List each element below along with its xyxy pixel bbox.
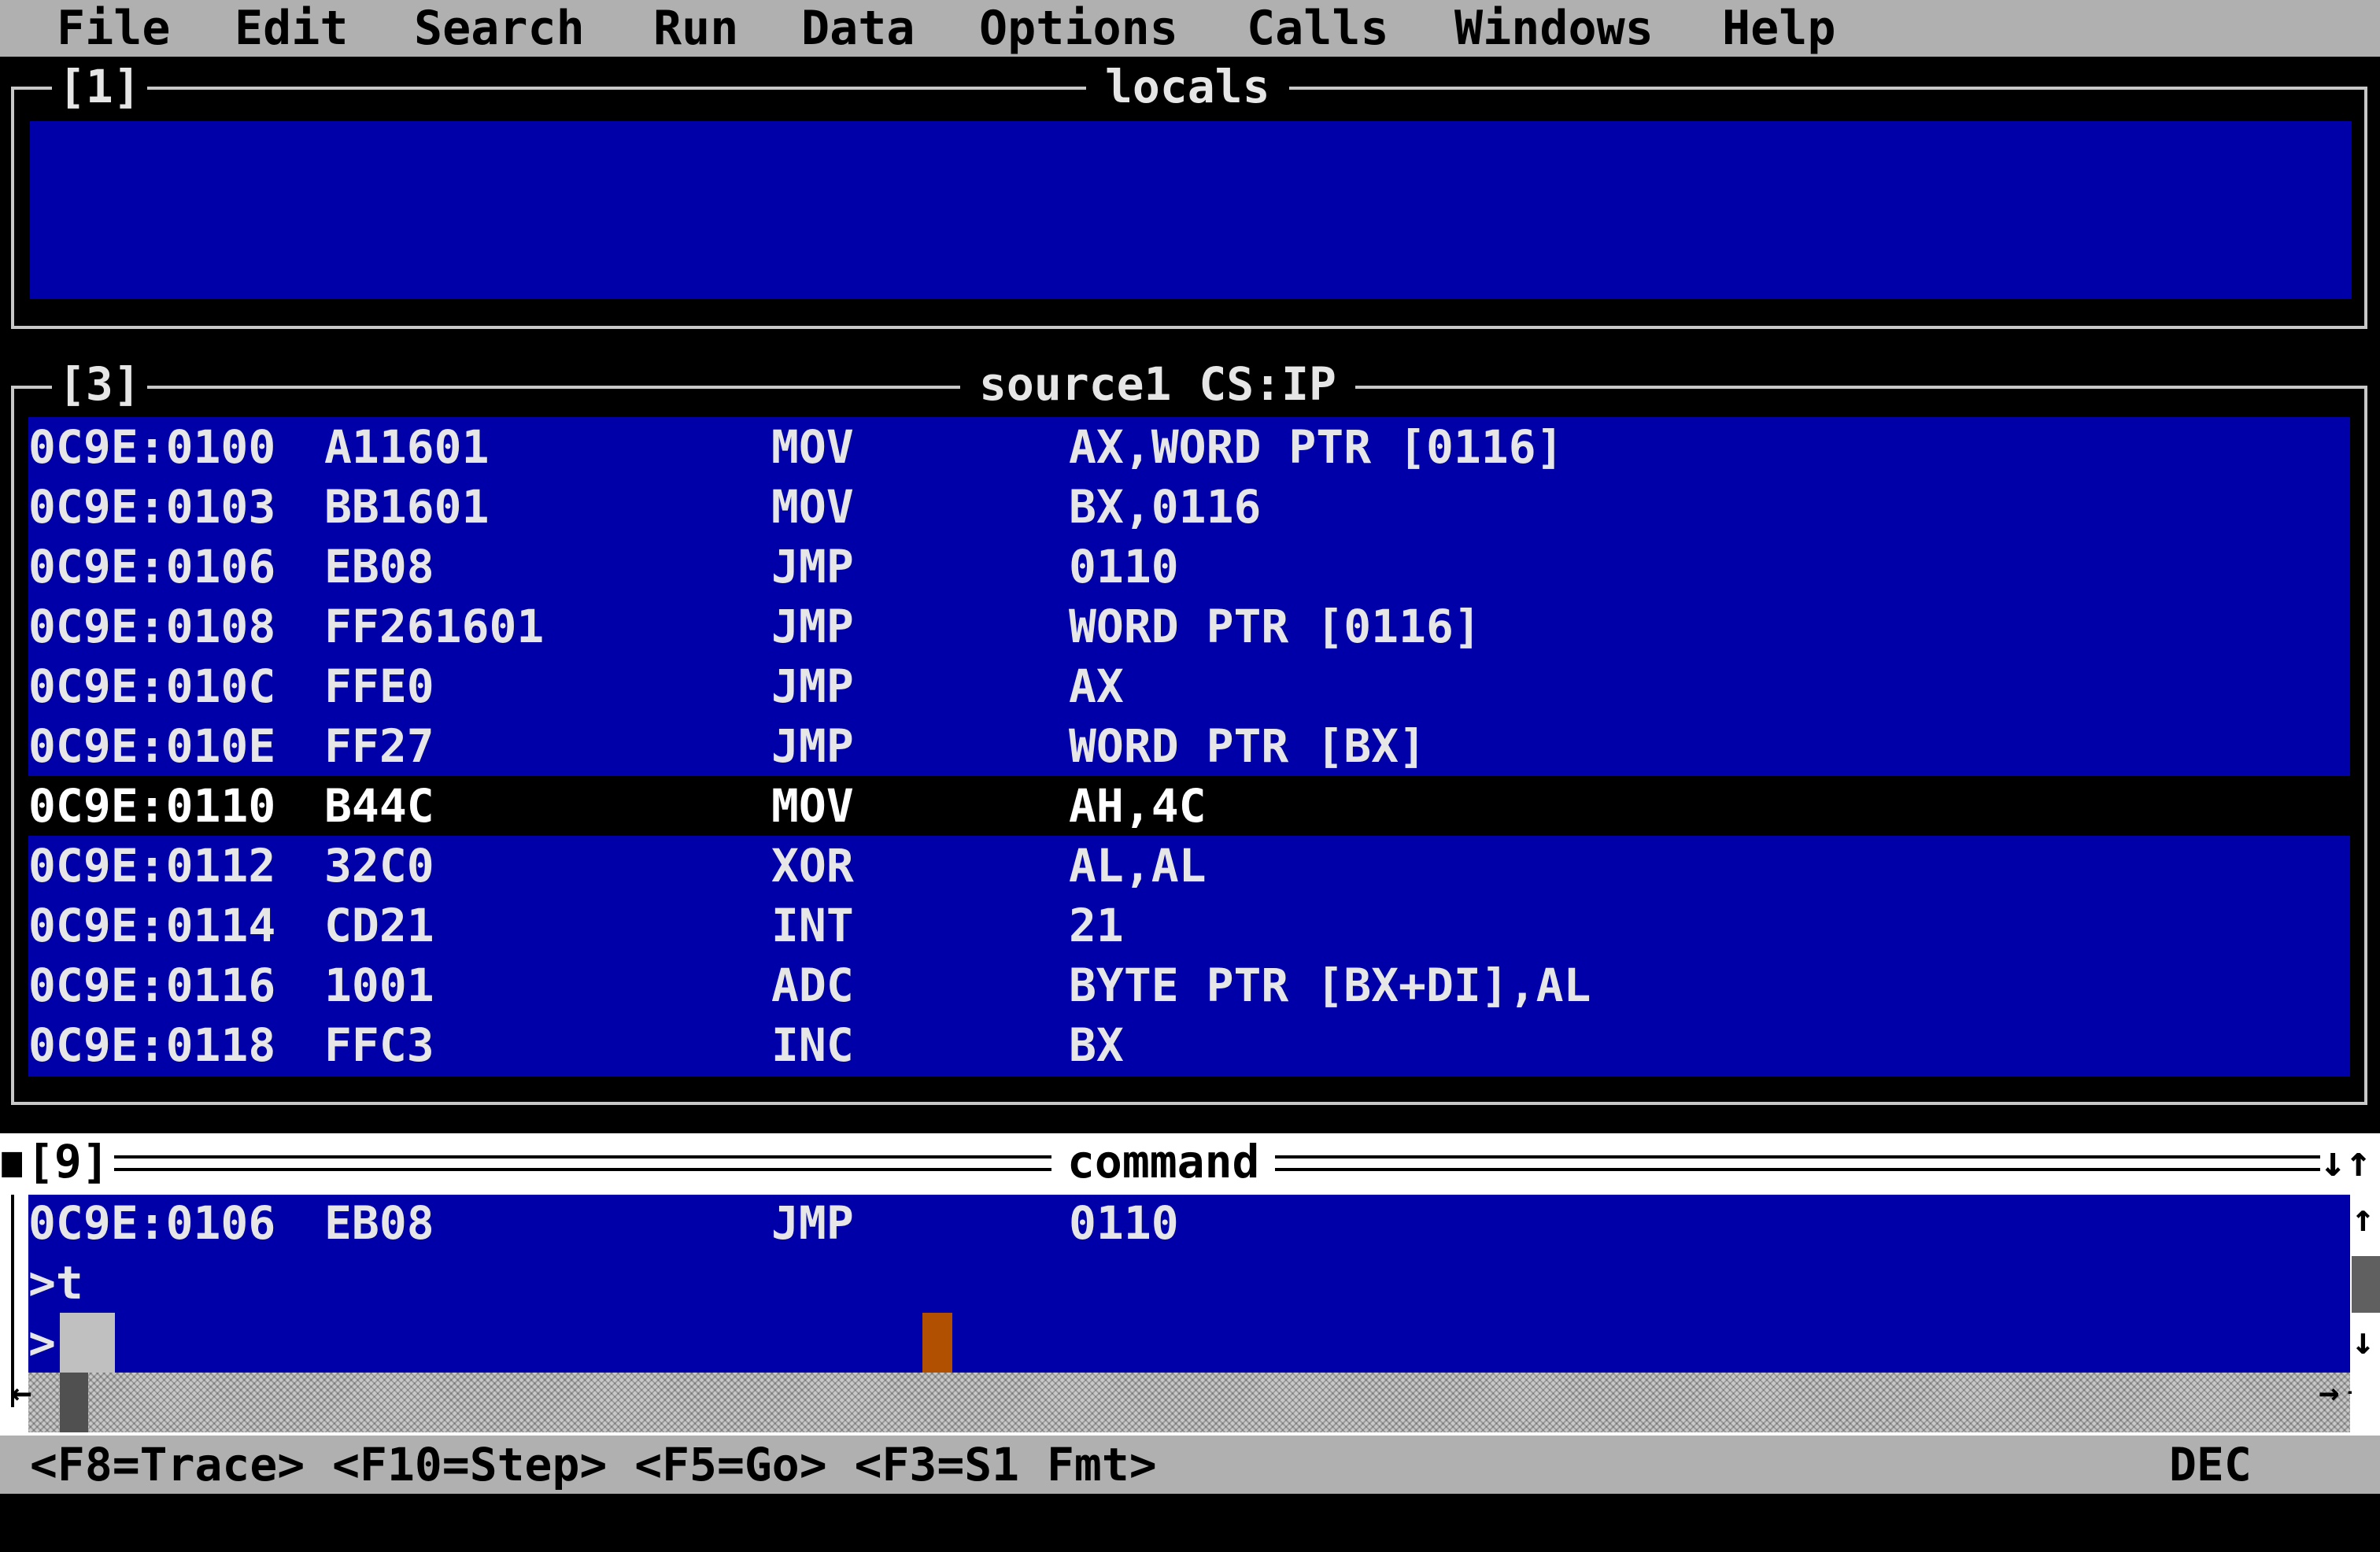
command-prompt-line: >t xyxy=(28,1253,2350,1313)
source-opcode: JMP xyxy=(771,719,854,773)
source-row[interactable]: 0C9E:0114 CD21 INT 21 xyxy=(28,896,2350,955)
scroll-left-icon[interactable]: ← xyxy=(11,1369,32,1417)
source-bytes: FF27 xyxy=(324,719,434,773)
source-row[interactable]: 0C9E:0100 A11601 MOV AX,WORD PTR [0116] xyxy=(28,417,2350,477)
locals-pane[interactable] xyxy=(30,121,2352,299)
history-arg: 0110 xyxy=(1069,1196,1179,1250)
source-addr: 0C9E:0100 xyxy=(28,420,276,474)
source-opcode: ADC xyxy=(771,959,854,1012)
horizontal-scroll-thumb[interactable] xyxy=(60,1313,115,1373)
menu-calls[interactable]: Calls xyxy=(1247,0,1389,57)
source-operands: WORD PTR [BX] xyxy=(1069,719,1426,773)
scroll-up-icon[interactable]: ↑ xyxy=(2352,1195,2374,1242)
source-opcode: MOV xyxy=(771,480,854,534)
source-bytes: 32C0 xyxy=(324,839,434,892)
source-operands: BYTE PTR [BX+DI],AL xyxy=(1069,959,1591,1012)
source-opcode: JMP xyxy=(771,540,854,593)
source-operands: BX,0116 xyxy=(1069,480,1262,534)
source-operands: WORD PTR [0116] xyxy=(1069,600,1481,653)
menu-help[interactable]: Help xyxy=(1722,0,1836,57)
source-opcode: MOV xyxy=(771,779,854,833)
source-addr: 0C9E:0106 xyxy=(28,540,276,593)
source-bytes: B44C xyxy=(324,779,434,833)
source-opcode: INT xyxy=(771,899,854,952)
scroll-down-icon[interactable]: ↓ xyxy=(2352,1317,2374,1365)
input-prompt: > xyxy=(28,1316,56,1369)
history-bytes: EB08 xyxy=(324,1196,434,1250)
menu-search[interactable]: Search xyxy=(414,0,585,57)
source-row[interactable]: 0C9E:0106 EB08 JMP 0110 xyxy=(28,537,2350,597)
source-bytes: BB1601 xyxy=(324,480,490,534)
source-row[interactable]: 0C9E:0118 FFC3 INC BX xyxy=(28,1015,2350,1075)
menu-windows[interactable]: Windows xyxy=(1454,0,1654,57)
source-bytes: 1001 xyxy=(324,959,434,1012)
source-row[interactable]: 0C9E:010E FF27 JMP WORD PTR [BX] xyxy=(28,716,2350,776)
horizontal-scrollbar[interactable] xyxy=(28,1373,2350,1432)
source-addr: 0C9E:0108 xyxy=(28,600,276,653)
scroll-right-icon[interactable]: → xyxy=(2319,1369,2340,1417)
source-bytes: CD21 xyxy=(324,899,434,952)
source-row[interactable]: 0C9E:0108 FF261601 JMP WORD PTR [0116] xyxy=(28,597,2350,656)
source-row[interactable]: 0C9E:0103 BB1601 MOV BX,0116 xyxy=(28,477,2350,537)
resize-arrows-icon[interactable]: ↓↑ xyxy=(2320,1138,2372,1185)
source-addr: 0C9E:0112 xyxy=(28,839,276,892)
source-addr: 0C9E:0103 xyxy=(28,480,276,534)
source-row-current[interactable]: 0C9E:0110 B44C MOV AH,4C xyxy=(28,776,2350,836)
source-row[interactable]: 0C9E:0116 1001 ADC BYTE PTR [BX+DI],AL xyxy=(28,955,2350,1015)
source-bytes: FFE0 xyxy=(324,660,434,713)
source-operands: 0110 xyxy=(1069,540,1179,593)
locals-window-number[interactable]: [1] xyxy=(52,63,147,110)
source-operands: 21 xyxy=(1069,899,1124,952)
source-bytes: FF261601 xyxy=(324,600,545,653)
text-cursor xyxy=(922,1313,952,1373)
source-addr: 0C9E:0116 xyxy=(28,959,276,1012)
menu-bar: File Edit Search Run Data Options Calls … xyxy=(0,0,2380,57)
history-addr: 0C9E:0106 xyxy=(28,1196,276,1250)
source-opcode: XOR xyxy=(771,839,854,892)
source-bytes: FFC3 xyxy=(324,1018,434,1072)
source-opcode: INC xyxy=(771,1018,854,1072)
menu-run[interactable]: Run xyxy=(653,0,738,57)
source-addr: 0C9E:0110 xyxy=(28,779,276,833)
source-opcode: MOV xyxy=(771,420,854,474)
source-operands: AL,AL xyxy=(1069,839,1207,892)
prompt-text: >t xyxy=(28,1256,83,1310)
source-operands: AX xyxy=(1069,660,1124,713)
source-operands: BX xyxy=(1069,1018,1124,1072)
source-bytes: A11601 xyxy=(324,420,490,474)
source-opcode: JMP xyxy=(771,660,854,713)
menu-options[interactable]: Options xyxy=(979,0,1178,57)
source-operands: AH,4C xyxy=(1069,779,1207,833)
horizontal-scroll-box[interactable] xyxy=(60,1373,88,1432)
radix-mode: DEC xyxy=(2169,1438,2252,1491)
menu-data[interactable]: Data xyxy=(801,0,915,57)
source-row[interactable]: 0C9E:010C FFE0 JMP AX xyxy=(28,656,2350,716)
source-addr: 0C9E:0118 xyxy=(28,1018,276,1072)
menu-file[interactable]: File xyxy=(57,0,171,57)
command-history-line: 0C9E:0106 EB08 JMP 0110 xyxy=(28,1193,2350,1253)
vertical-scroll-thumb[interactable] xyxy=(2352,1256,2380,1313)
command-input-line[interactable]: > xyxy=(28,1313,2350,1373)
source-bytes: EB08 xyxy=(324,540,434,593)
source-addr: 0C9E:0114 xyxy=(28,899,276,952)
function-key-hints[interactable]: <F8=Trace> <F10=Step> <F5=Go> <F3=S1 Fmt… xyxy=(30,1436,1157,1494)
locals-window-title: locals xyxy=(1086,63,1289,110)
source-window-number[interactable]: [3] xyxy=(52,360,147,408)
source-addr: 0C9E:010C xyxy=(28,660,276,713)
command-window-title: command xyxy=(1051,1138,1276,1185)
source-row[interactable]: 0C9E:0112 32C0 XOR AL,AL xyxy=(28,836,2350,896)
status-bar: <F8=Trace> <F10=Step> <F5=Go> <F3=S1 Fmt… xyxy=(0,1436,2380,1494)
menu-edit[interactable]: Edit xyxy=(235,0,349,57)
command-window-number[interactable]: [9] xyxy=(22,1138,114,1185)
history-op: JMP xyxy=(771,1196,854,1250)
source-operands: AX,WORD PTR [0116] xyxy=(1069,420,1564,474)
source-window-title: source1 CS:IP xyxy=(960,360,1355,408)
source-opcode: JMP xyxy=(771,600,854,653)
source-addr: 0C9E:010E xyxy=(28,719,276,773)
